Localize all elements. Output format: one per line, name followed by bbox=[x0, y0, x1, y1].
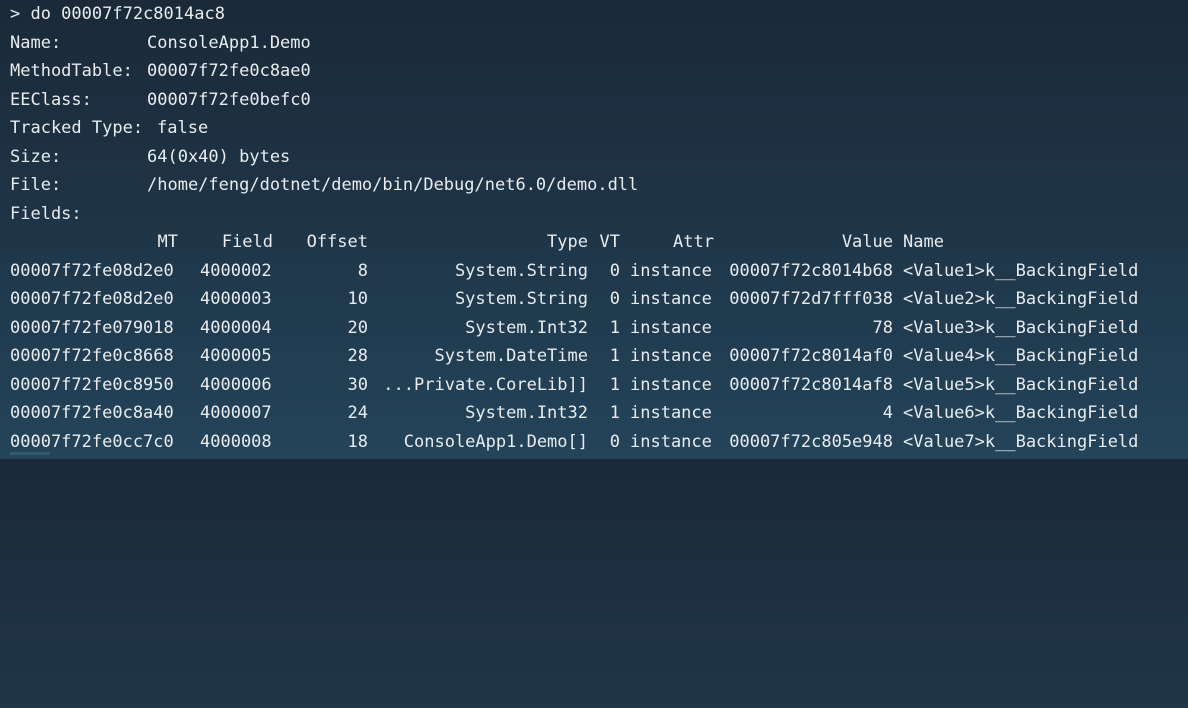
cell-attr: instance bbox=[630, 375, 712, 395]
info-label: MethodTable: bbox=[10, 61, 133, 81]
cell-type: ConsoleApp1.Demo[] bbox=[403, 432, 588, 452]
info-row-methodtable: MethodTable: 00007f72fe0c8ae0 bbox=[10, 57, 311, 85]
cell-mt: 00007f72fe0c8950 bbox=[10, 375, 174, 395]
cell-name: <Value7>k__BackingField bbox=[903, 432, 1139, 452]
info-row-eeclass: EEClass: 00007f72fe0befc0 bbox=[10, 86, 311, 114]
cell-vt: 0 bbox=[609, 432, 620, 452]
cell-offset: 24 bbox=[347, 403, 368, 423]
cell-field: 4000005 bbox=[200, 346, 272, 366]
table-row: 00007f72fe0c8668 4000005 28 System.DateT… bbox=[10, 342, 1180, 370]
table-row: 00007f72fe0c8950 4000006 30 ...Private.C… bbox=[10, 371, 1180, 399]
cell-type: ...Private.CoreLib]] bbox=[383, 375, 588, 395]
cell-value: 00007f72c8014af8 bbox=[729, 375, 893, 395]
cell-value: 4 bbox=[882, 403, 893, 423]
cell-vt: 0 bbox=[609, 289, 620, 309]
info-row-name: Name: ConsoleApp1.Demo bbox=[10, 29, 311, 57]
info-row-tracked-type: Tracked Type: false bbox=[10, 114, 208, 142]
cell-attr: instance bbox=[630, 289, 712, 309]
cell-name: <Value5>k__BackingField bbox=[903, 375, 1139, 395]
cell-offset: 30 bbox=[347, 375, 368, 395]
cell-mt: 00007f72fe08d2e0 bbox=[10, 261, 174, 281]
cell-mt: 00007f72fe079018 bbox=[10, 318, 174, 338]
column-header-name: Name bbox=[903, 232, 944, 252]
cell-attr: instance bbox=[630, 261, 712, 281]
cell-offset: 20 bbox=[347, 318, 368, 338]
cell-offset: 8 bbox=[357, 261, 368, 281]
info-value: /home/feng/dotnet/demo/bin/Debug/net6.0/… bbox=[147, 175, 639, 195]
info-value: 00007f72fe0befc0 bbox=[147, 90, 311, 110]
cell-type: System.Int32 bbox=[465, 318, 588, 338]
cell-attr: instance bbox=[630, 432, 712, 452]
cell-attr: instance bbox=[630, 346, 712, 366]
cell-attr: instance bbox=[630, 318, 712, 338]
cell-field: 4000008 bbox=[200, 432, 272, 452]
cell-offset: 18 bbox=[347, 432, 368, 452]
info-row-size: Size: 64(0x40) bytes bbox=[10, 143, 290, 171]
cell-field: 4000003 bbox=[200, 289, 272, 309]
table-row: 00007f72fe0c8a40 4000007 24 System.Int32… bbox=[10, 399, 1180, 427]
terminal-window[interactable]: > do 00007f72c8014ac8 Name: ConsoleApp1.… bbox=[0, 0, 1188, 459]
column-header-attr: Attr bbox=[673, 232, 714, 252]
cell-offset: 28 bbox=[347, 346, 368, 366]
info-value: 00007f72fe0c8ae0 bbox=[147, 61, 311, 81]
cell-offset: 10 bbox=[347, 289, 368, 309]
cell-type: System.String bbox=[454, 289, 588, 309]
cell-field: 4000007 bbox=[200, 403, 272, 423]
cell-type: System.String bbox=[454, 261, 588, 281]
cell-name: <Value6>k__BackingField bbox=[903, 403, 1139, 423]
cell-value: 00007f72c8014af0 bbox=[729, 346, 893, 366]
cell-name: <Value4>k__BackingField bbox=[903, 346, 1139, 366]
info-value: ConsoleApp1.Demo bbox=[147, 33, 311, 53]
table-row: 00007f72fe08d2e0 4000002 8 System.String… bbox=[10, 257, 1180, 285]
cell-field: 4000006 bbox=[200, 375, 272, 395]
cell-vt: 1 bbox=[609, 318, 620, 338]
column-header-type: Type bbox=[547, 232, 588, 252]
cell-value: 00007f72c8014b68 bbox=[729, 261, 893, 281]
cell-mt: 00007f72fe0c8a40 bbox=[10, 403, 174, 423]
cell-type: System.DateTime bbox=[434, 346, 588, 366]
fields-heading: Fields: bbox=[10, 204, 82, 224]
info-row-file: File: /home/feng/dotnet/demo/bin/Debug/n… bbox=[10, 171, 638, 199]
table-row: 00007f72fe08d2e0 4000003 10 System.Strin… bbox=[10, 285, 1180, 313]
command-line: > do 00007f72c8014ac8 bbox=[10, 4, 225, 24]
cell-value: 00007f72d7fff038 bbox=[729, 289, 893, 309]
cell-field: 4000002 bbox=[200, 261, 272, 281]
cell-type: System.Int32 bbox=[465, 403, 588, 423]
table-row: 00007f72fe0cc7c0 4000008 18 ConsoleApp1.… bbox=[10, 428, 1180, 456]
cell-name: <Value2>k__BackingField bbox=[903, 289, 1139, 309]
column-header-offset: Offset bbox=[306, 232, 368, 252]
column-header-field: Field bbox=[221, 232, 273, 252]
cell-mt: 00007f72fe08d2e0 bbox=[10, 289, 174, 309]
fields-table-header: MT Field Offset Type VT Attr Value Name bbox=[10, 228, 1180, 256]
cell-value: 78 bbox=[872, 318, 893, 338]
info-value: false bbox=[157, 118, 209, 138]
column-header-value: Value bbox=[841, 232, 893, 252]
info-label: Tracked Type: bbox=[10, 118, 144, 138]
cell-value: 00007f72c805e948 bbox=[729, 432, 893, 452]
info-label: Size: bbox=[10, 147, 62, 167]
column-header-vt: VT bbox=[599, 232, 620, 252]
info-value: 64(0x40) bytes bbox=[147, 147, 291, 167]
info-label: EEClass: bbox=[10, 90, 92, 110]
info-label: File: bbox=[10, 175, 62, 195]
cell-name: <Value3>k__BackingField bbox=[903, 318, 1139, 338]
info-label: Name: bbox=[10, 33, 62, 53]
cell-vt: 1 bbox=[609, 375, 620, 395]
cell-vt: 0 bbox=[609, 261, 620, 281]
column-header-mt: MT bbox=[157, 232, 178, 252]
cell-vt: 1 bbox=[609, 346, 620, 366]
cell-mt: 00007f72fe0c8668 bbox=[10, 346, 174, 366]
cell-field: 4000004 bbox=[200, 318, 272, 338]
table-row: 00007f72fe079018 4000004 20 System.Int32… bbox=[10, 314, 1180, 342]
scroll-indicator bbox=[10, 452, 50, 455]
cell-attr: instance bbox=[630, 403, 712, 423]
cell-name: <Value1>k__BackingField bbox=[903, 261, 1139, 281]
cell-vt: 1 bbox=[609, 403, 620, 423]
